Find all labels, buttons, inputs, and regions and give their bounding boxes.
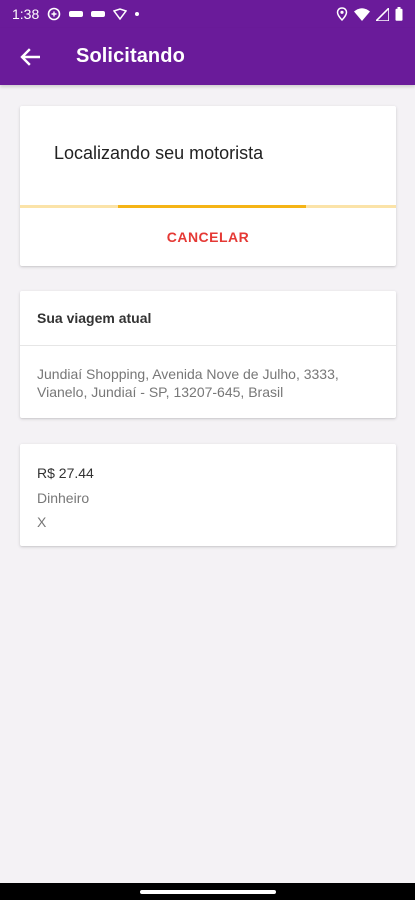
system-navigation-bar	[0, 883, 415, 900]
shield-icon	[113, 8, 128, 20]
minus-pill-icon	[69, 11, 84, 17]
searching-message: Localizando seu motorista	[54, 143, 264, 163]
back-button[interactable]	[0, 28, 60, 85]
home-gesture-handle[interactable]	[139, 889, 276, 894]
payment-card: R$ 27.44 Dinheiro X	[20, 444, 396, 546]
payment-method: Dinheiro	[37, 489, 90, 506]
status-bar: 1:38	[0, 0, 415, 28]
app-bar: Solicitando	[0, 28, 415, 85]
arrow-back-icon	[20, 47, 40, 66]
battery-icon	[395, 7, 403, 21]
trip-price: R$ 27.44	[37, 465, 94, 481]
page-title: Solicitando	[76, 45, 185, 67]
status-left-icons	[47, 7, 140, 21]
trip-destination-address: Jundiaí Shopping, Avenida Nove de Julho,…	[37, 366, 339, 400]
status-time: 1:38	[12, 6, 40, 22]
location-pin-icon	[336, 7, 348, 21]
trip-card-header: Sua viagem atual	[20, 291, 396, 346]
app-notification-icon	[47, 7, 61, 21]
minus-pill-icon	[91, 11, 106, 17]
wifi-icon	[354, 7, 370, 21]
cancel-button[interactable]: CANCELAR	[20, 208, 396, 266]
signal-icon	[376, 7, 389, 21]
current-trip-card: Sua viagem atual Jundiaí Shopping, Aveni…	[20, 291, 396, 418]
dot-icon	[135, 12, 140, 16]
searching-driver-card: Localizando seu motorista CANCELAR	[20, 106, 396, 266]
payment-extra-info: X	[37, 514, 47, 530]
status-right-icons	[336, 7, 403, 21]
